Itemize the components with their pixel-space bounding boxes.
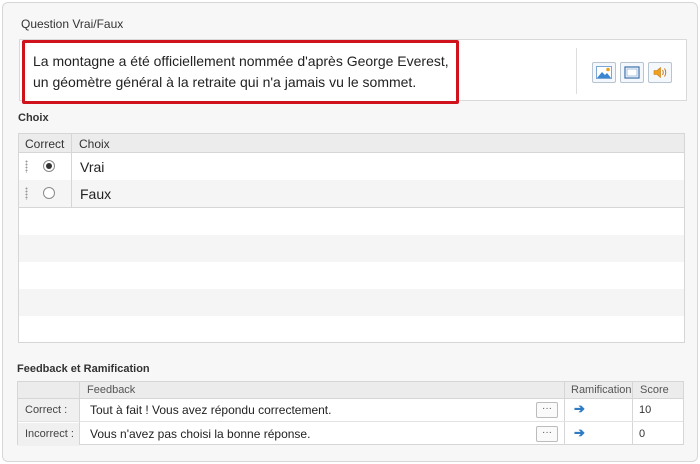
branching-arrow-icon[interactable]: ➔ xyxy=(574,401,585,417)
column-header-branching: Ramification xyxy=(571,384,632,396)
column-header-feedback: Feedback xyxy=(87,384,136,396)
audio-icon xyxy=(653,66,667,79)
branching-arrow-icon[interactable]: ➔ xyxy=(574,425,585,441)
choices-section-label: Choix xyxy=(18,112,49,124)
more-options-button[interactable]: ··· xyxy=(536,426,558,442)
correct-radio[interactable] xyxy=(43,160,55,172)
video-icon xyxy=(624,66,640,79)
media-separator xyxy=(576,48,577,94)
header-separator xyxy=(71,134,72,153)
drag-handle-icon[interactable] xyxy=(25,187,28,200)
question-editor-panel: Question Vrai/Faux La montagne a été off… xyxy=(2,2,698,462)
choices-grid-header: Correct Choix xyxy=(19,134,684,153)
drag-handle-icon[interactable] xyxy=(25,160,28,173)
score-value[interactable]: 0 xyxy=(639,428,645,440)
feedback-table: Feedback Ramification Score Correct : To… xyxy=(17,381,684,446)
feedback-section-label: Feedback et Ramification xyxy=(17,363,150,375)
cell-separator xyxy=(71,153,72,180)
correct-radio[interactable] xyxy=(43,187,55,199)
column-header-score: Score xyxy=(640,384,669,396)
image-icon xyxy=(596,66,612,79)
column-header-correct: Correct xyxy=(25,137,65,151)
more-options-button[interactable]: ··· xyxy=(536,402,558,418)
feedback-row-label: Incorrect : xyxy=(18,423,79,446)
insert-video-button[interactable] xyxy=(620,62,644,83)
empty-row xyxy=(19,262,684,289)
feedback-row-incorrect: Incorrect : Vous n'avez pas choisi la bo… xyxy=(18,423,683,446)
question-text-field[interactable]: La montagne a été officiellement nommée … xyxy=(22,40,459,104)
choice-label[interactable]: Faux xyxy=(80,186,111,202)
choices-grid: Correct Choix Vrai Faux xyxy=(18,133,685,343)
feedback-text[interactable]: Vous n'avez pas choisi la bonne réponse. xyxy=(90,427,310,441)
column-header-choice: Choix xyxy=(79,137,110,151)
feedback-text[interactable]: Tout à fait ! Vous avez répondu correcte… xyxy=(90,403,331,417)
question-text-line-1: La montagne a été officiellement nommée … xyxy=(33,53,449,69)
feedback-table-header: Feedback Ramification Score xyxy=(18,382,683,399)
insert-image-button[interactable] xyxy=(592,62,616,83)
feedback-row-label: Correct : xyxy=(18,399,79,421)
insert-audio-button[interactable] xyxy=(648,62,672,83)
empty-row xyxy=(19,316,684,343)
empty-row xyxy=(19,235,684,262)
choice-row[interactable]: Faux xyxy=(19,180,684,207)
choice-label[interactable]: Vrai xyxy=(80,159,104,175)
cell-separator xyxy=(71,180,72,207)
question-box: La montagne a été officiellement nommée … xyxy=(19,39,687,104)
feedback-row-correct: Correct : Tout à fait ! Vous avez répond… xyxy=(18,399,683,422)
choice-row[interactable]: Vrai xyxy=(19,153,684,180)
question-text-line-2: un géomètre général à la retraite qui n'… xyxy=(33,74,417,90)
question-section-label: Question Vrai/Faux xyxy=(21,17,124,31)
empty-row xyxy=(19,289,684,316)
empty-row xyxy=(19,208,684,235)
score-value[interactable]: 10 xyxy=(639,404,651,416)
